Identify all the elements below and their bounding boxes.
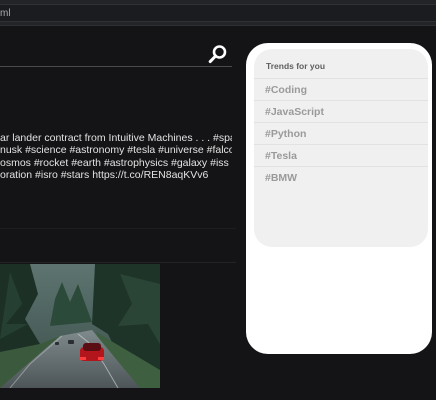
tweet-line: ar lander contract from Intuitive Machin… [0, 132, 232, 144]
trend-item-tesla[interactable]: #Tesla [254, 144, 428, 166]
tweet-line: nusk #science #astronomy #tesla #univers… [0, 144, 232, 157]
trend-label: #JavaScript [265, 106, 324, 118]
trend-item-javascript[interactable]: #JavaScript [254, 100, 428, 122]
trend-label: #Python [265, 128, 307, 140]
trend-item-bmw[interactable]: #BMW [254, 166, 428, 188]
trends-title: Trends for you [266, 61, 326, 71]
trends-card: Trends for you #Coding #JavaScript #Pyth… [254, 49, 428, 247]
trend-label: #Tesla [265, 150, 297, 162]
tweet-divider [0, 262, 236, 263]
tweet-text: ar lander contract from Intuitive Machin… [0, 132, 232, 181]
trend-item-coding[interactable]: #Coding [254, 78, 428, 100]
address-bar-text: ml [0, 8, 11, 19]
address-bar[interactable]: ml [0, 4, 436, 22]
trend-label: #Coding [265, 84, 307, 96]
tweet-image[interactable] [0, 264, 160, 388]
tweet-line: oration #isro #stars https://t.co/REN8aq… [0, 168, 209, 181]
trend-item-python[interactable]: #Python [254, 122, 428, 144]
feed-divider [0, 228, 236, 229]
browser-topbar: ml [0, 0, 436, 26]
road-photo [0, 264, 160, 388]
search-icon[interactable] [208, 44, 228, 64]
search-input[interactable] [0, 66, 232, 67]
trend-label: #BMW [265, 172, 298, 184]
tweet-line: osmos #rocket #earth #astrophysics #gala… [0, 156, 229, 169]
